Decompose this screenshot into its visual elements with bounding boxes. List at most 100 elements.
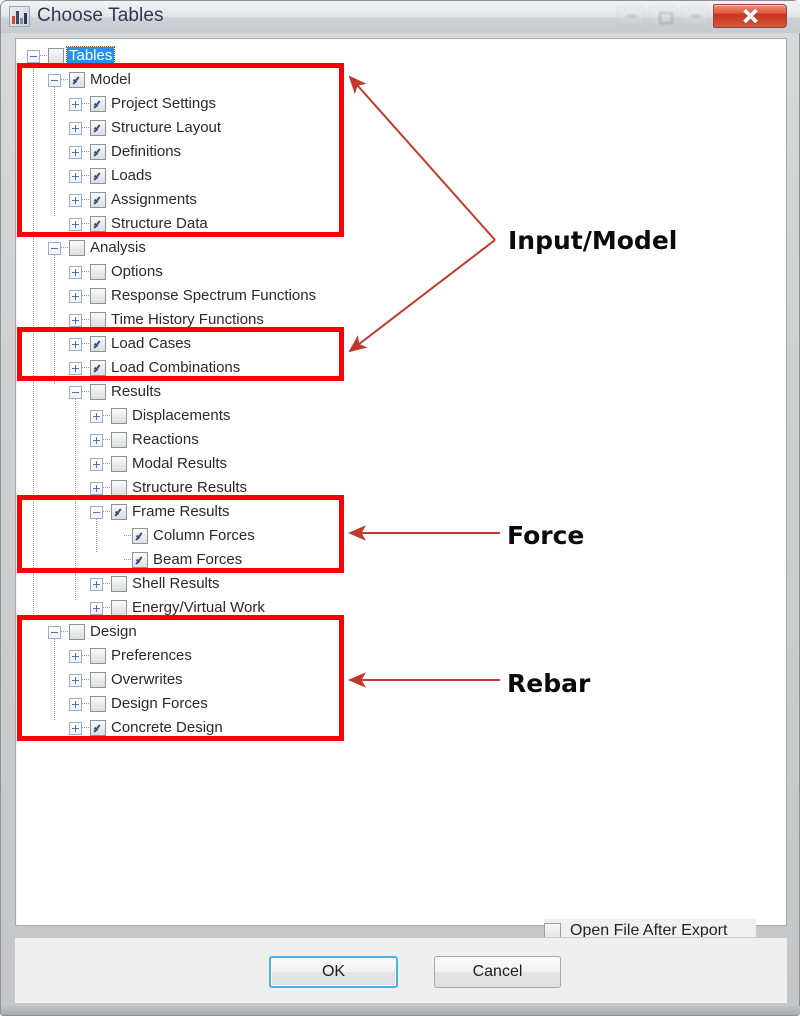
collapse-icon[interactable] <box>69 385 82 399</box>
tree-item-loads[interactable]: Loads <box>69 164 154 188</box>
tree-item-checkbox[interactable] <box>48 48 64 64</box>
tree-item-checkbox[interactable] <box>69 240 85 256</box>
tree-item-reactions[interactable]: Reactions <box>90 428 201 452</box>
expand-icon[interactable] <box>69 313 82 327</box>
expand-icon[interactable] <box>69 721 82 735</box>
tree-item-load-combinations[interactable]: Load Combinations <box>69 356 242 380</box>
ok-button[interactable]: OK <box>269 956 398 988</box>
tree-item-checkbox[interactable] <box>90 192 106 208</box>
expand-icon[interactable] <box>90 433 103 447</box>
tables-tree[interactable]: Tables Model Project Settings Structure Lay… <box>15 38 787 926</box>
tree-item-checkbox[interactable] <box>90 336 106 352</box>
expand-icon[interactable] <box>69 649 82 663</box>
collapse-icon[interactable] <box>48 73 61 87</box>
tree-item-checkbox[interactable] <box>69 72 85 88</box>
expand-icon[interactable] <box>69 97 82 111</box>
expand-icon[interactable] <box>90 457 103 471</box>
expand-icon[interactable] <box>90 601 103 615</box>
tree-item-checkbox[interactable] <box>90 648 106 664</box>
restore-button[interactable] <box>681 6 709 25</box>
tree-item-time-history-functions[interactable]: Time History Functions <box>69 308 266 332</box>
tree-connector <box>82 655 89 657</box>
maximize-button[interactable] <box>649 6 677 25</box>
tree-item-label: Project Settings <box>111 95 217 112</box>
tree-item-checkbox[interactable] <box>90 696 106 712</box>
tree-item-checkbox[interactable] <box>132 528 148 544</box>
tree-item-checkbox[interactable] <box>90 216 106 232</box>
tree-item-checkbox[interactable] <box>90 168 106 184</box>
expand-icon[interactable] <box>69 145 82 159</box>
tree-item-beam-forces[interactable]: Beam Forces <box>111 548 244 572</box>
tree-item-checkbox[interactable] <box>111 576 127 592</box>
collapse-icon[interactable] <box>27 49 40 63</box>
tree-item-checkbox[interactable] <box>111 432 127 448</box>
expand-icon[interactable] <box>69 361 82 375</box>
expand-icon[interactable] <box>90 577 103 591</box>
tree-item-structure-results[interactable]: Structure Results <box>90 476 249 500</box>
tree-item-checkbox[interactable] <box>69 624 85 640</box>
expand-icon[interactable] <box>69 169 82 183</box>
tree-item-checkbox[interactable] <box>90 672 106 688</box>
tree-item-checkbox[interactable] <box>90 384 106 400</box>
tree-item-label: Beam Forces <box>153 551 243 568</box>
tree-item-checkbox[interactable] <box>90 360 106 376</box>
tree-item-column-forces[interactable]: Column Forces <box>111 524 257 548</box>
tree-item-results[interactable]: Results <box>69 380 163 404</box>
minimize-button[interactable] <box>617 6 645 25</box>
tree-item-design-forces[interactable]: Design Forces <box>69 692 210 716</box>
tree-item-frame-results[interactable]: Frame Results <box>90 500 232 524</box>
expand-icon[interactable] <box>90 481 103 495</box>
tree-item-shell-results[interactable]: Shell Results <box>90 572 222 596</box>
tree-item-checkbox[interactable] <box>90 312 106 328</box>
tree-item-options[interactable]: Options <box>69 260 165 284</box>
tree-item-checkbox[interactable] <box>111 504 127 520</box>
tree-item-checkbox[interactable] <box>111 600 127 616</box>
tree-item-project-settings[interactable]: Project Settings <box>69 92 218 116</box>
tree-item-checkbox[interactable] <box>111 456 127 472</box>
tree-item-tables[interactable]: Tables <box>27 44 116 68</box>
collapse-icon[interactable] <box>90 505 103 519</box>
expand-icon[interactable] <box>69 697 82 711</box>
tree-item-overwrites[interactable]: Overwrites <box>69 668 185 692</box>
tree-item-checkbox[interactable] <box>90 720 106 736</box>
tree-item-label: Overwrites <box>111 671 183 688</box>
tree-item-label: Design <box>90 623 137 640</box>
tree-item-structure-data[interactable]: Structure Data <box>69 212 210 236</box>
tree-item-model[interactable]: Model <box>48 68 133 92</box>
tree-item-checkbox[interactable] <box>111 408 127 424</box>
tree-item-checkbox[interactable] <box>90 96 106 112</box>
expand-icon[interactable] <box>69 217 82 231</box>
tree-item-label: Column Forces <box>153 527 255 544</box>
tree-item-preferences[interactable]: Preferences <box>69 644 194 668</box>
tree-item-concrete-design[interactable]: Concrete Design <box>69 716 225 740</box>
expand-icon[interactable] <box>90 409 103 423</box>
cancel-button[interactable]: Cancel <box>434 956 561 988</box>
tree-item-checkbox[interactable] <box>90 264 106 280</box>
expand-icon[interactable] <box>69 289 82 303</box>
tree-item-checkbox[interactable] <box>90 120 106 136</box>
title-bar[interactable]: Choose Tables <box>1 1 800 33</box>
tree-item-displacements[interactable]: Displacements <box>90 404 232 428</box>
tree-item-energy-virtual-work[interactable]: Energy/Virtual Work <box>90 596 267 620</box>
tree-item-checkbox[interactable] <box>90 288 106 304</box>
tree-item-structure-layout[interactable]: Structure Layout <box>69 116 223 140</box>
tree-item-response-spectrum-functions[interactable]: Response Spectrum Functions <box>69 284 318 308</box>
tree-item-design[interactable]: Design <box>48 620 139 644</box>
tree-item-modal-results[interactable]: Modal Results <box>90 452 229 476</box>
expand-icon[interactable] <box>69 337 82 351</box>
collapse-icon[interactable] <box>48 625 61 639</box>
expand-icon[interactable] <box>69 121 82 135</box>
expand-icon[interactable] <box>69 193 82 207</box>
tree-item-checkbox[interactable] <box>90 144 106 160</box>
tree-item-assignments[interactable]: Assignments <box>69 188 199 212</box>
tree-item-load-cases[interactable]: Load Cases <box>69 332 193 356</box>
collapse-icon[interactable] <box>48 241 61 255</box>
tree-connector <box>82 703 89 705</box>
expand-icon[interactable] <box>69 673 82 687</box>
expand-icon[interactable] <box>69 265 82 279</box>
tree-item-definitions[interactable]: Definitions <box>69 140 183 164</box>
tree-item-analysis[interactable]: Analysis <box>48 236 148 260</box>
close-icon[interactable] <box>713 4 787 28</box>
tree-item-checkbox[interactable] <box>111 480 127 496</box>
tree-item-checkbox[interactable] <box>132 552 148 568</box>
